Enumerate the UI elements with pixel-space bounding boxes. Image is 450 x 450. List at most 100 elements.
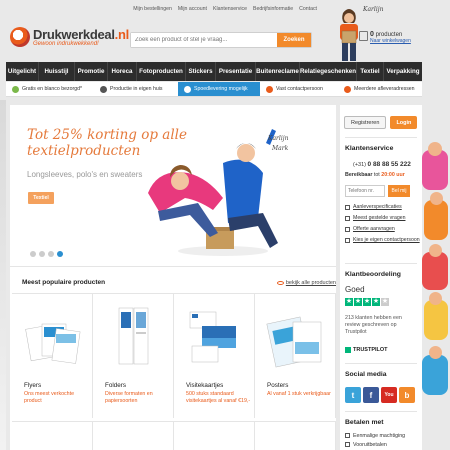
hero-banner[interactable]: Tot 25% korting op alle textielproducten… — [10, 105, 336, 267]
star-icon: ★ — [372, 298, 380, 306]
usp-own-production[interactable]: Productie in eigen huis — [94, 82, 178, 96]
document-icon — [345, 227, 350, 232]
search-input[interactable] — [131, 33, 277, 47]
usp-contact-person[interactable]: Vast contactpersoon — [260, 82, 338, 96]
person-icon — [266, 85, 273, 93]
factory-icon — [100, 85, 107, 93]
service-links: Aanleverspecificaties Meest gestelde vra… — [345, 204, 420, 251]
nav-uitgelicht[interactable]: Uitgelicht — [6, 62, 39, 81]
hero-note-karlijn: Karlijn — [268, 135, 289, 142]
hero-photo — [148, 129, 278, 256]
service-link-specs[interactable]: Aanleverspecificaties — [345, 204, 420, 215]
usp-free-delivery[interactable]: Gratis en blanco bezorgd* — [6, 82, 94, 96]
product-name: Visitekaartjes — [186, 382, 224, 389]
mini-cart[interactable]: 0 producten Naar winkelwagen — [359, 31, 411, 44]
youtube-icon[interactable]: You — [381, 387, 397, 403]
product-card-placeholder[interactable] — [12, 421, 93, 450]
social-icons: t f You b — [345, 387, 415, 403]
slider-dot[interactable] — [48, 251, 54, 257]
nav-horeca[interactable]: Horeca — [108, 62, 137, 81]
nav-verpakking[interactable]: Verpakking — [384, 62, 422, 81]
product-grid-row-2 — [12, 421, 336, 450]
product-card-folders[interactable]: Folders Diverse formaten en papiersoorte… — [93, 293, 174, 418]
facebook-icon[interactable]: f — [363, 387, 379, 403]
slider-dot-active[interactable] — [57, 251, 63, 257]
product-image-folders — [118, 307, 149, 365]
product-name: Folders — [105, 382, 126, 389]
nav-promotie[interactable]: Promotie — [75, 62, 108, 81]
usp-multiple-addresses[interactable]: Meerdere afleveradressen — [338, 82, 422, 96]
topnav-contact-link[interactable]: Contact — [299, 6, 317, 12]
service-link-faq[interactable]: Meest gestelde vragen — [345, 215, 420, 226]
topnav-service-link[interactable]: Klantenservice — [213, 6, 247, 12]
rocket-icon — [184, 85, 191, 93]
call-me-button[interactable]: Bel mij — [388, 185, 410, 197]
main-navigation: Uitgelicht Huisstijl Promotie Horeca Fot… — [6, 62, 422, 81]
star-icon-empty: ★ — [381, 298, 389, 306]
product-card-placeholder[interactable] — [174, 421, 255, 450]
product-image-posters — [266, 316, 322, 368]
divider — [345, 411, 417, 412]
star-icon: ★ — [354, 298, 362, 306]
twitter-icon[interactable]: t — [345, 387, 361, 403]
nav-huisstijl[interactable]: Huisstijl — [39, 62, 75, 81]
nav-textiel[interactable]: Textiel — [357, 62, 384, 81]
view-all-products-link[interactable]: bekijk alle producten — [276, 280, 336, 286]
product-card-flyers[interactable]: Flyers Ons meest verkochte product — [12, 293, 93, 418]
product-card-business-cards[interactable]: Visitekaartjes 500 stuks standaard visit… — [174, 293, 255, 418]
check-icon — [12, 85, 19, 93]
product-grid: Flyers Ons meest verkochte product Folde… — [12, 293, 336, 418]
slider-dot[interactable] — [30, 251, 36, 257]
person-icon — [345, 238, 350, 243]
phone-input[interactable] — [345, 185, 385, 197]
register-button[interactable]: Registreren — [344, 116, 387, 129]
hero-note-mark: Mark — [272, 145, 289, 152]
product-description: Ons meest verkochte product — [24, 391, 75, 404]
payment-title: Betalen met — [345, 419, 384, 426]
trustpilot-logo[interactable]: TRUSTPILOT — [345, 347, 388, 353]
nav-presentatie[interactable]: Presentatie — [216, 62, 256, 81]
topnav-company-link[interactable]: Bedrijfsinformatie — [253, 6, 293, 12]
search-bar: Zoeken — [130, 32, 312, 48]
mascot-name: Karlijn — [363, 6, 384, 13]
site-logo[interactable]: Drukwerkdeal.nl Gewoon indrukwekkend! — [10, 27, 129, 47]
blog-icon[interactable]: b — [399, 387, 415, 403]
cart-icon — [359, 31, 368, 41]
divider — [345, 263, 417, 264]
product-name: Flyers — [24, 382, 42, 389]
product-card-placeholder[interactable] — [255, 421, 336, 450]
trustpilot-star-icon — [345, 347, 351, 353]
checkbox-icon — [345, 442, 350, 447]
service-link-quote[interactable]: Offerte aanvragen — [345, 226, 420, 237]
usp-bar: Gratis en blanco bezorgd* Productie in e… — [6, 82, 422, 97]
nav-stickers[interactable]: Stickers — [186, 62, 216, 81]
nav-fotoproducten[interactable]: Fotoproducten — [137, 62, 186, 81]
cart-link[interactable]: Naar winkelwagen — [370, 38, 411, 44]
product-card-placeholder[interactable] — [93, 421, 174, 450]
review-count-text: 213 klanten hebben een review geschreven… — [345, 315, 402, 336]
nav-buitenreclame[interactable]: Buitenreclame — [256, 62, 300, 81]
service-link-contact-person[interactable]: Kies je eigen contactpersoon — [345, 237, 420, 251]
topnav-orders-link[interactable]: Mijn bestellingen — [133, 6, 172, 12]
login-button[interactable]: Login — [390, 116, 418, 129]
decorative-people-strip — [420, 140, 450, 450]
search-button[interactable]: Zoeken — [277, 33, 311, 47]
slider-dot[interactable] — [39, 251, 45, 257]
product-card-posters[interactable]: Posters Al vanaf 1 stuk verkrijgbaar — [255, 293, 336, 418]
slider-dots — [30, 251, 63, 257]
payment-methods: Eenmalige machtiging Vooruitbetalen — [345, 431, 405, 449]
cart-count: 0 producten — [370, 31, 403, 38]
hero-subtitle: Longsleeves, polo's en sweaters — [27, 170, 143, 179]
payment-method: Vooruitbetalen — [345, 440, 405, 449]
eye-icon — [276, 281, 284, 285]
hero-cta-button[interactable]: Textiel — [28, 192, 54, 204]
usp-express-delivery[interactable]: Spoedlevering mogelijk — [178, 82, 260, 96]
logo-icon — [10, 27, 30, 47]
page-wrapper: Mijn bestellingen Mijn account Klantense… — [6, 0, 422, 450]
topnav-account-link[interactable]: Mijn account — [178, 6, 207, 12]
nav-relatiegeschenken[interactable]: Relatiegeschenken — [300, 62, 357, 81]
product-image-flyers — [25, 323, 81, 364]
logo-name: Drukwerkdeal.nl — [33, 27, 129, 42]
rating-title: Klantbeoordeling — [345, 271, 401, 278]
product-description: Al vanaf 1 stuk verkrijgbaar — [267, 391, 331, 397]
